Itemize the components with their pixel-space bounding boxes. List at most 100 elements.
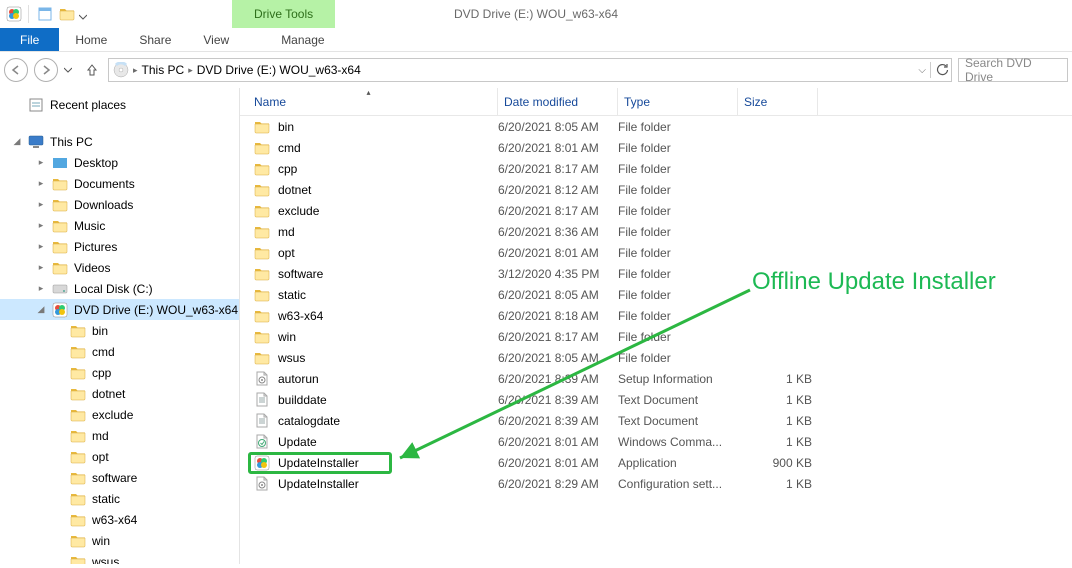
chevron-icon[interactable]: ▸ [188, 65, 193, 76]
file-row[interactable]: autorun6/20/2021 8:39 AMSetup Informatio… [240, 368, 1072, 389]
file-row[interactable]: builddate6/20/2021 8:39 AMText Document1… [240, 389, 1072, 410]
file-row[interactable]: md6/20/2021 8:36 AMFile folder [240, 221, 1072, 242]
file-row[interactable]: UpdateInstaller6/20/2021 8:01 AMApplicat… [240, 452, 1072, 473]
nav-sub-static[interactable]: static [0, 488, 239, 509]
file-row[interactable]: wsus6/20/2021 8:05 AMFile folder [240, 347, 1072, 368]
expand-icon[interactable]: ◢ [36, 304, 46, 315]
file-row[interactable]: UpdateInstaller6/20/2021 8:29 AMConfigur… [240, 473, 1072, 494]
file-name: UpdateInstaller [278, 456, 359, 470]
nav-music[interactable]: ▸Music [0, 215, 239, 236]
tab-home[interactable]: Home [59, 28, 123, 51]
folder-icon [52, 197, 68, 213]
file-type: File folder [618, 120, 738, 134]
qat-newfolder-icon[interactable] [57, 4, 77, 24]
txt-icon [254, 392, 270, 408]
nav-label: Videos [74, 261, 110, 275]
file-row[interactable]: opt6/20/2021 8:01 AMFile folder [240, 242, 1072, 263]
breadcrumb-thispc[interactable]: This PC [142, 63, 185, 77]
nav-sub-dotnet[interactable]: dotnet [0, 383, 239, 404]
nav-sub-opt[interactable]: opt [0, 446, 239, 467]
forward-button[interactable] [34, 58, 58, 82]
folder-icon [70, 533, 86, 549]
nav-sub-bin[interactable]: bin [0, 320, 239, 341]
tab-manage[interactable]: Manage [265, 28, 340, 51]
col-type[interactable]: Type [618, 88, 738, 115]
file-date: 6/20/2021 8:29 AM [498, 477, 618, 491]
folder-icon [52, 176, 68, 192]
up-button[interactable] [82, 60, 102, 80]
disc-icon [52, 302, 68, 318]
folder-icon [254, 308, 270, 324]
col-date[interactable]: Date modified [498, 88, 618, 115]
expand-icon[interactable]: ◢ [12, 136, 22, 147]
nav-label: exclude [92, 408, 133, 422]
qat-dropdown-icon[interactable] [79, 10, 87, 18]
file-row[interactable]: cpp6/20/2021 8:17 AMFile folder [240, 158, 1072, 179]
nav-sub-w63-x64[interactable]: w63-x64 [0, 509, 239, 530]
nav-label: win [92, 534, 110, 548]
file-date: 3/12/2020 4:35 PM [498, 267, 618, 281]
nav-dvd-drive[interactable]: ◢DVD Drive (E:) WOU_w63-x64 [0, 299, 239, 320]
nav-desktop[interactable]: ▸Desktop [0, 152, 239, 173]
file-date: 6/20/2021 8:18 AM [498, 309, 618, 323]
file-row[interactable]: catalogdate6/20/2021 8:39 AMText Documen… [240, 410, 1072, 431]
nav-downloads[interactable]: ▸Downloads [0, 194, 239, 215]
nav-videos[interactable]: ▸Videos [0, 257, 239, 278]
recent-dropdown-icon[interactable] [64, 63, 76, 77]
app-icon [6, 6, 22, 22]
file-type: File folder [618, 288, 738, 302]
nav-sub-exclude[interactable]: exclude [0, 404, 239, 425]
file-type: File folder [618, 246, 738, 260]
file-name: cpp [278, 162, 297, 176]
search-input[interactable]: Search DVD Drive [958, 58, 1068, 82]
refresh-icon[interactable] [935, 62, 949, 79]
nav-sub-wsus[interactable]: wsus [0, 551, 239, 564]
file-size: 1 KB [738, 435, 818, 449]
file-type: File folder [618, 330, 738, 344]
nav-sub-cmd[interactable]: cmd [0, 341, 239, 362]
nav-this-pc[interactable]: ◢ This PC [0, 131, 239, 152]
recent-icon [28, 97, 44, 113]
nav-documents[interactable]: ▸Documents [0, 173, 239, 194]
breadcrumb-dvd[interactable]: DVD Drive (E:) WOU_w63-x64 [197, 63, 361, 77]
file-date: 6/20/2021 8:05 AM [498, 351, 618, 365]
nav-sub-win[interactable]: win [0, 530, 239, 551]
nav-pictures[interactable]: ▸Pictures [0, 236, 239, 257]
back-button[interactable] [4, 58, 28, 82]
addr-dropdown-icon[interactable]: ⌵ [918, 65, 926, 76]
file-row[interactable]: exclude6/20/2021 8:17 AMFile folder [240, 200, 1072, 221]
qat-properties-icon[interactable] [35, 4, 55, 24]
file-name: Update [278, 435, 317, 449]
file-row[interactable]: win6/20/2021 8:17 AMFile folder [240, 326, 1072, 347]
nav-recent-places[interactable]: Recent places [0, 94, 239, 115]
nav-label: This PC [50, 135, 93, 149]
nav-sub-software[interactable]: software [0, 467, 239, 488]
col-name[interactable]: Name▴ [240, 88, 498, 115]
file-row[interactable]: bin6/20/2021 8:05 AMFile folder [240, 116, 1072, 137]
nav-localdisk[interactable]: ▸Local Disk (C:) [0, 278, 239, 299]
file-name: opt [278, 246, 295, 260]
folder-icon [70, 470, 86, 486]
context-tab-drivetools[interactable]: Drive Tools [232, 0, 335, 28]
file-date: 6/20/2021 8:17 AM [498, 330, 618, 344]
file-size: 900 KB [738, 456, 818, 470]
nav-label: Recent places [50, 98, 126, 112]
tab-share[interactable]: Share [123, 28, 187, 51]
nav-sub-md[interactable]: md [0, 425, 239, 446]
file-row[interactable]: dotnet6/20/2021 8:12 AMFile folder [240, 179, 1072, 200]
file-row[interactable]: cmd6/20/2021 8:01 AMFile folder [240, 137, 1072, 158]
chevron-icon[interactable]: ▸ [133, 65, 138, 76]
file-date: 6/20/2021 8:39 AM [498, 393, 618, 407]
folder-icon [52, 155, 68, 171]
tab-view[interactable]: View [187, 28, 245, 51]
col-size[interactable]: Size [738, 88, 818, 115]
tab-file[interactable]: File [0, 28, 59, 51]
folder-icon [254, 266, 270, 282]
file-name: md [278, 225, 295, 239]
file-date: 6/20/2021 8:36 AM [498, 225, 618, 239]
file-row[interactable]: w63-x646/20/2021 8:18 AMFile folder [240, 305, 1072, 326]
address-bar[interactable]: ▸ This PC ▸ DVD Drive (E:) WOU_w63-x64 ⌵ [108, 58, 952, 82]
file-row[interactable]: Update6/20/2021 8:01 AMWindows Comma...1… [240, 431, 1072, 452]
nav-sub-cpp[interactable]: cpp [0, 362, 239, 383]
folder-icon [254, 245, 270, 261]
